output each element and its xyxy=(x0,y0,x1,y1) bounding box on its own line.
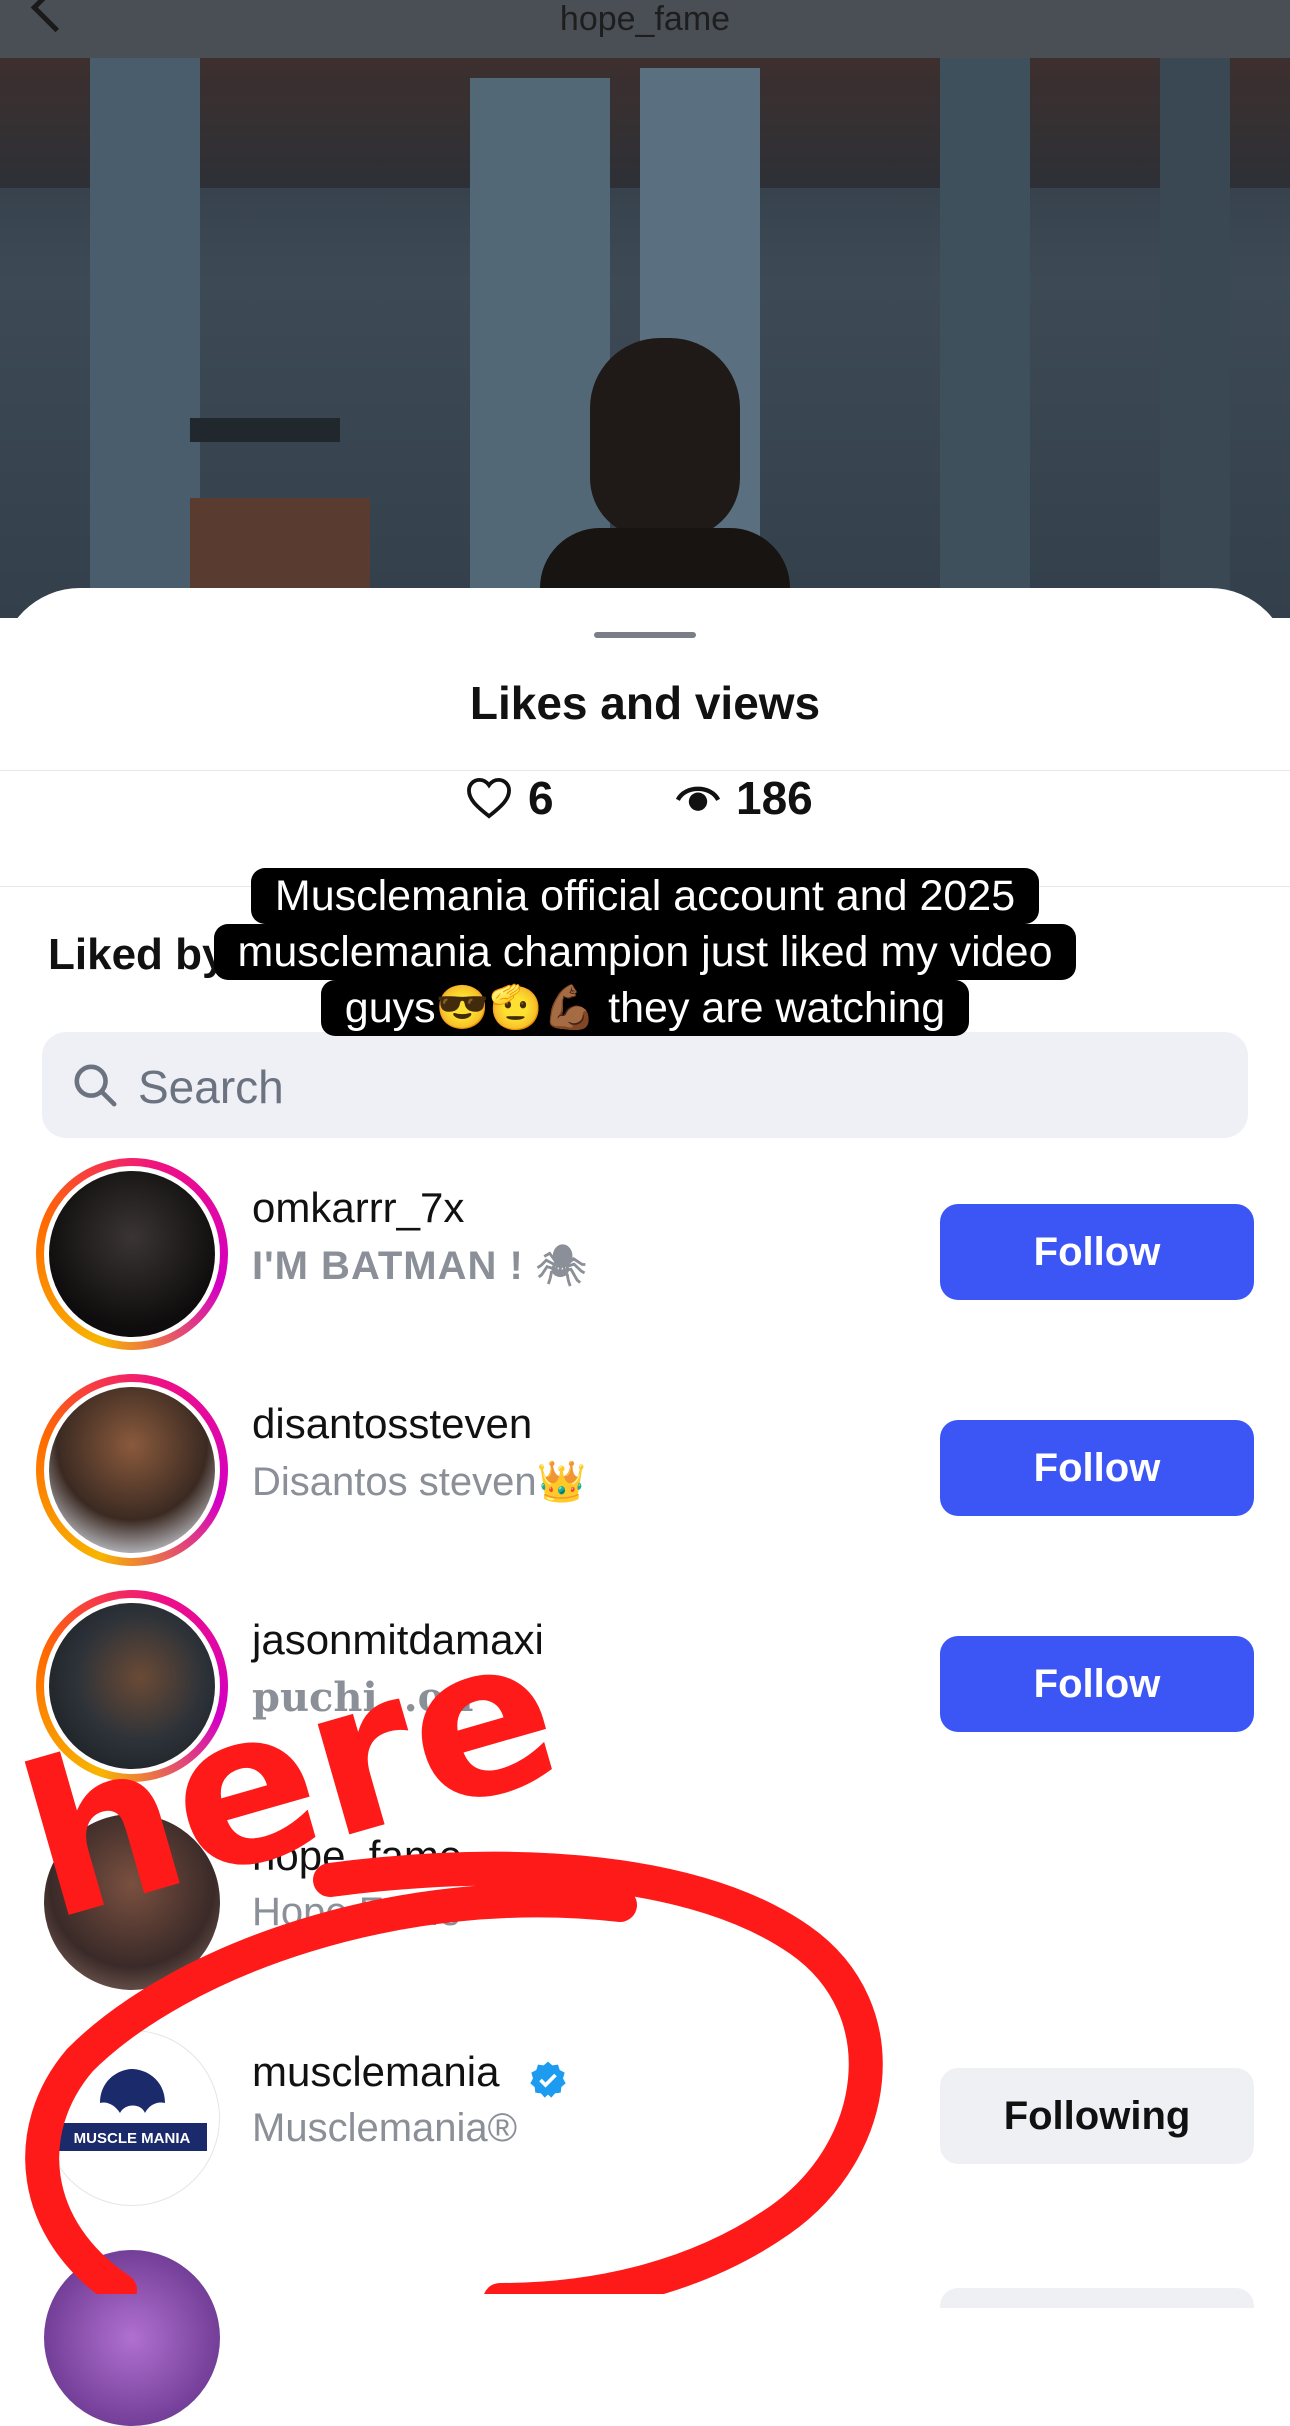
sheet-title: Likes and views xyxy=(469,677,821,729)
following-button[interactable] xyxy=(940,2288,1254,2308)
caption-line: guys😎🫡💪🏾 they are watching xyxy=(320,980,970,1036)
heart-icon xyxy=(467,777,511,819)
search-input[interactable]: Search xyxy=(42,1032,1248,1138)
follow-button[interactable]: Follow xyxy=(940,1204,1254,1300)
avatar[interactable] xyxy=(36,1374,228,1566)
list-item[interactable]: jasonmitdamaxi puchi…on Follow xyxy=(0,1590,1290,1790)
caption-line: musclemania champion just liked my video xyxy=(213,924,1077,980)
video-background xyxy=(0,58,1290,618)
full-name: Musclemania® xyxy=(252,2106,518,2150)
full-name: I'M BATMAN ! 🕷 xyxy=(252,1244,588,1288)
avatar[interactable] xyxy=(44,2250,220,2426)
top-title: hope_fame xyxy=(559,0,731,38)
sheet-grabber[interactable] xyxy=(594,632,696,638)
list-item[interactable]: MUSCLE MANIA musclemania Musclemania® Fo… xyxy=(0,2022,1290,2222)
full-name: Disantos steven👑 xyxy=(252,1460,587,1504)
avatar[interactable] xyxy=(44,1814,220,1990)
musclemania-logo: MUSCLE MANIA xyxy=(57,2069,207,2151)
likes-stat: 6 xyxy=(466,770,554,826)
avatar[interactable] xyxy=(36,1590,228,1782)
caption-line: Musclemania official account and 2025 xyxy=(250,868,1040,924)
full-name: Hope Fame xyxy=(252,1890,461,1934)
following-button[interactable]: Following xyxy=(940,2068,1254,2164)
verified-badge-icon xyxy=(530,2061,566,2098)
views-count: 186 xyxy=(736,772,813,824)
search-icon xyxy=(74,1064,117,1107)
eye-icon xyxy=(676,786,720,811)
avatar[interactable]: MUSCLE MANIA xyxy=(44,2030,220,2206)
username[interactable]: hope_fame xyxy=(252,1832,462,1880)
story-caption: Musclemania official account and 2025 mu… xyxy=(0,868,1290,1036)
likes-count: 6 xyxy=(528,772,554,824)
full-name: puchi…on xyxy=(252,1674,474,1721)
search-placeholder: Search xyxy=(138,1061,284,1113)
list-item[interactable]: hope_fame Hope Fame xyxy=(0,1806,1290,2006)
username[interactable]: jasonmitdamaxi xyxy=(252,1616,544,1664)
divider xyxy=(0,770,1290,771)
list-item[interactable]: omkarrr_7x I'M BATMAN ! 🕷 Follow xyxy=(0,1158,1290,1358)
username[interactable]: musclemania xyxy=(252,2048,499,2096)
follow-button[interactable]: Follow xyxy=(940,1420,1254,1516)
follow-button[interactable]: Follow xyxy=(940,1636,1254,1732)
username[interactable]: omkarrr_7x xyxy=(252,1184,464,1232)
top-bar: hope_fame xyxy=(0,0,1290,58)
username[interactable]: disantossteven xyxy=(252,1400,532,1448)
views-stat: 186 xyxy=(676,770,813,826)
avatar[interactable] xyxy=(36,1158,228,1350)
list-item[interactable]: disantossteven Disantos steven👑 Follow xyxy=(0,1374,1290,1574)
svg-text:MUSCLE MANIA: MUSCLE MANIA xyxy=(74,2130,191,2147)
